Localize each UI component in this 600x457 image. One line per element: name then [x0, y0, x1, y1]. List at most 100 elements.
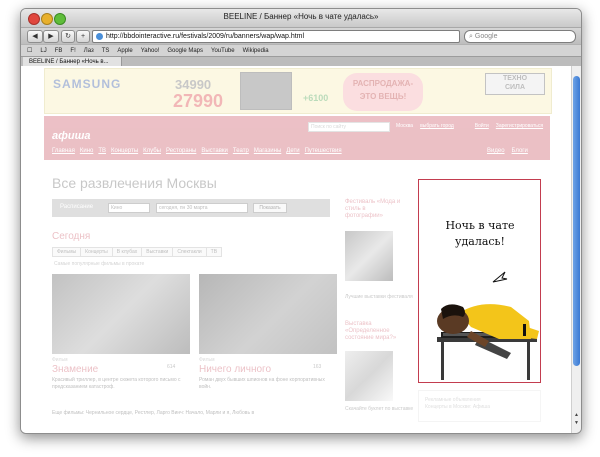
nav-item[interactable]: Концерты [111, 148, 138, 154]
scrollbar-thumb[interactable] [573, 76, 580, 366]
banner-brand: SAMSUNG [53, 77, 122, 91]
banner-old-price: 34990 [175, 77, 212, 92]
bookmark-item[interactable]: Apple [117, 48, 132, 54]
tv-image [240, 72, 292, 110]
film-description: Роман двух бывших шпионов на фоне корпор… [199, 377, 325, 390]
globe-icon [96, 33, 103, 40]
right-nav: Видео Блоги [487, 148, 528, 154]
film-genre: Фильм [52, 357, 68, 363]
bookmarks-book-icon[interactable]: ☐ [27, 47, 32, 54]
login-link[interactable]: Войти [475, 123, 489, 129]
beeline-banner-ad[interactable]: Ночь в чате удалась! [418, 179, 541, 383]
film-rating: 614 [167, 364, 176, 370]
feature-caption[interactable]: Лучшие выставки фестиваля [345, 294, 413, 300]
bookmark-item[interactable]: FB [55, 48, 63, 54]
feature-link[interactable]: Фестиваль «Мода и стиль в фотографии» [345, 199, 405, 220]
tab-concerts[interactable]: Концерты [80, 247, 113, 257]
bookmark-item[interactable]: Лаз [84, 48, 94, 54]
nav-video[interactable]: Видео [487, 148, 505, 154]
bookmark-item[interactable]: TS [102, 48, 110, 54]
choose-city-link[interactable]: выбрать город [420, 123, 454, 129]
schedule-filter: Расписание Кино сегодня, пн 30 марта Пок… [52, 199, 330, 217]
film-genre: Фильм [199, 357, 215, 363]
vertical-scrollbar[interactable]: ▲ ▼ [571, 66, 581, 433]
bookmark-item[interactable]: LJ [40, 48, 46, 54]
feature-photo[interactable] [345, 231, 393, 281]
category-select[interactable]: Кино [108, 203, 150, 213]
add-bookmark-button[interactable]: + [76, 30, 90, 43]
section-subtitle: Самые популярные фильмы в прокате [54, 261, 145, 267]
banner-store-logo: ТЕХНО СИЛА [485, 73, 545, 95]
forward-button[interactable]: ▶ [43, 30, 59, 43]
site-logo[interactable]: афиша [52, 130, 90, 142]
nav-item[interactable]: Рестораны [166, 148, 196, 154]
tab-plays[interactable]: Спектакли [172, 247, 207, 257]
search-placeholder: Google [474, 33, 498, 40]
main-nav: Главная Кино ТВ Концерты Клубы Рестораны… [52, 148, 342, 154]
feature-link[interactable]: Выставка «Определенное состояние мира?» [345, 321, 405, 342]
banner-bonus: +6100 [303, 93, 329, 103]
bookmarks-bar: ☐ LJ FB F! Лаз TS Apple Yahoo! Google Ma… [21, 44, 581, 56]
scroll-up-arrow[interactable]: ▲ [573, 413, 580, 418]
page-title: Все развлечения Москвы [52, 175, 217, 191]
tab-clubs[interactable]: В клубах [111, 247, 143, 257]
search-field[interactable]: ⌕ Google [464, 30, 576, 43]
nav-item[interactable]: ТВ [98, 148, 106, 154]
back-button[interactable]: ◀ [27, 30, 43, 43]
film-rating: 163 [313, 364, 322, 370]
bookmark-item[interactable]: Yahoo! [141, 48, 160, 54]
tab-tv[interactable]: ТВ [205, 247, 223, 257]
nav-item[interactable]: Главная [52, 148, 75, 154]
window-title: BEELINE / Баннер «Ночь в чате удалась» [223, 12, 379, 21]
feature-photo[interactable] [345, 351, 393, 401]
register-link[interactable]: Зарегистрироваться [496, 123, 543, 129]
sponsored-box[interactable]: Рекламные объявления Концерты в Москве: А… [418, 390, 541, 422]
film-description: Красивый триллер, в центре сюжета которо… [52, 377, 181, 390]
sponsored-text: Рекламные объявления Концерты в Москве: А… [425, 397, 490, 411]
nav-item[interactable]: Дети [286, 148, 299, 154]
nav-item[interactable]: Театр [233, 148, 249, 154]
scroll-down-arrow[interactable]: ▼ [573, 421, 580, 426]
url-text: http://bbdointeractive.ru/festivals/2009… [106, 33, 305, 40]
bookmark-item[interactable]: Google Maps [167, 48, 203, 54]
film-title[interactable]: Ничего личного [199, 364, 271, 375]
banner-sale-badge: РАСПРОДАЖА- ЭТО ВЕЩЬ! [343, 73, 423, 111]
nav-item[interactable]: Клубы [143, 148, 161, 154]
tab-exhibitions[interactable]: Выставки [141, 247, 174, 257]
ad-headline: Ночь в чате удалась! [445, 219, 515, 248]
nav-blogs[interactable]: Блоги [512, 148, 528, 154]
filter-label: Расписание [60, 204, 94, 210]
page-viewport: SAMSUNG 34990 27990 +6100 РАСПРОДАЖА- ЭТ… [21, 66, 572, 433]
reload-button[interactable]: ↻ [61, 30, 75, 43]
bookmark-item[interactable]: F! [70, 48, 75, 54]
feature-caption[interactable]: Скачайте буклет по выставке [345, 406, 413, 412]
nav-item[interactable]: Магазины [254, 148, 281, 154]
show-button[interactable]: Показать [253, 203, 287, 213]
nav-item[interactable]: Кино [80, 148, 94, 154]
tab-films[interactable]: Фильмы [52, 247, 82, 257]
sponsored-link[interactable]: Концерты в Москве: Афиша [425, 404, 490, 410]
film-poster[interactable] [199, 274, 337, 354]
nav-item[interactable]: Выставки [201, 148, 228, 154]
sponsored-label: Рекламные объявления [425, 397, 481, 403]
browser-window: BEELINE / Баннер «Ночь в чате удалась» ◀… [20, 8, 582, 434]
title-bar: BEELINE / Баннер «Ночь в чате удалась» [21, 9, 581, 28]
date-select[interactable]: сегодня, пн 30 марта [156, 203, 248, 213]
site-search-input[interactable]: Поиск по сайту [308, 122, 390, 132]
top-banner-ad[interactable]: SAMSUNG 34990 27990 +6100 РАСПРОДАЖА- ЭТ… [44, 68, 552, 114]
city-label: Москва [396, 123, 414, 129]
bookmark-item[interactable]: Wikipedia [243, 48, 269, 54]
film-title[interactable]: Знамение [52, 364, 98, 375]
site-header: афиша Поиск по сайту Москва выбрать горо… [44, 116, 550, 160]
film-poster[interactable] [52, 274, 190, 354]
header-links: Москва выбрать город Войти Зарегистриров… [396, 123, 543, 129]
bookmark-item[interactable]: YouTube [211, 48, 235, 54]
category-tabs: Фильмы Концерты В клубах Выставки Спекта… [52, 247, 223, 257]
more-films-list[interactable]: Еще фильмы: Чернильное сердце, Рестлер, … [52, 410, 254, 416]
address-bar[interactable]: http://bbdointeractive.ru/festivals/2009… [92, 30, 460, 43]
today-heading: Сегодня [52, 231, 91, 242]
nav-item[interactable]: Путешествия [305, 148, 342, 154]
search-icon: ⌕ [469, 33, 473, 40]
sleeping-person-illustration [437, 304, 539, 380]
cursor-icon [492, 271, 508, 283]
